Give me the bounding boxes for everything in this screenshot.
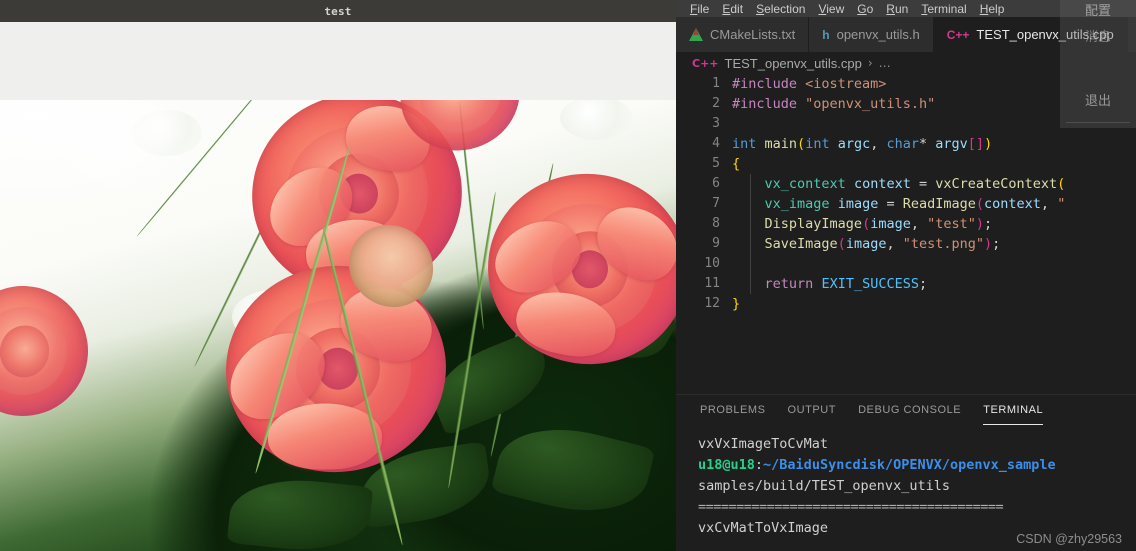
h-file-icon: h	[822, 27, 830, 42]
code-line[interactable]: 7 vx_image image = ReadImage(context, "	[676, 194, 1136, 214]
overlay-menu-divider	[1066, 122, 1130, 123]
code-line[interactable]: 11 return EXIT_SUCCESS;	[676, 274, 1136, 294]
line-number: 6	[712, 176, 720, 191]
leaf	[490, 413, 656, 527]
image-viewer-canvas[interactable]	[0, 22, 676, 551]
image-viewer-window: test	[0, 0, 676, 551]
panel-tab-terminal[interactable]: TERMINAL	[983, 404, 1044, 425]
menu-item-view[interactable]: View	[818, 2, 844, 16]
code-text: DisplayImage(image, "test");	[764, 216, 993, 232]
menu-item-terminal[interactable]: Terminal	[921, 2, 966, 16]
code-text: {	[732, 156, 741, 172]
code-text: int main(int argc, char* argv[])	[732, 136, 993, 152]
code-text: #include <iostream>	[732, 76, 887, 92]
terminal-line: vxVxImageToCvMat	[698, 436, 829, 452]
editor-tab-cmakelists-txt[interactable]: CMakeLists.txt	[676, 17, 810, 52]
cpp-file-icon: C++	[692, 56, 719, 70]
image-viewer-title: test	[324, 4, 352, 18]
menu-item-edit[interactable]: Edit	[722, 2, 743, 16]
line-number: 1	[712, 76, 720, 91]
panel-tab-bar: PROBLEMS OUTPUT DEBUG CONSOLE TERMINAL	[676, 395, 1136, 428]
rose-blossom	[0, 272, 102, 430]
overlay-menu-item-config[interactable]: 配置	[1060, 0, 1136, 19]
overlay-menu-item-message[interactable]: 消息	[1060, 26, 1136, 45]
panel-tab-problems[interactable]: PROBLEMS	[700, 404, 766, 419]
menu-item-go[interactable]: Go	[857, 2, 873, 16]
panel-tab-debug-console[interactable]: DEBUG CONSOLE	[858, 404, 961, 419]
line-number: 12	[704, 296, 720, 311]
code-line[interactable]: 4 int main(int argc, char* argv[])	[676, 134, 1136, 154]
line-number: 2	[712, 96, 720, 111]
screen: test File Edit Selection View Go Run Ter…	[0, 0, 1136, 551]
editor-tab-label: CMakeLists.txt	[710, 27, 796, 42]
line-number: 10	[704, 256, 720, 271]
watermark: CSDN @zhy29563	[1016, 532, 1122, 546]
code-line[interactable]: 9 SaveImage(image, "test.png");	[676, 234, 1136, 254]
terminal-line: u18@u18:~/BaiduSyncdisk/OPENVX/openvx_sa…	[698, 457, 1056, 473]
code-line[interactable]: 12}	[676, 294, 1136, 314]
line-number: 11	[704, 276, 720, 291]
code-text: return EXIT_SUCCESS;	[764, 276, 928, 292]
overlay-menu-item-exit[interactable]: 退出	[1060, 90, 1136, 109]
indent-guide	[750, 254, 751, 274]
line-number: 4	[712, 136, 720, 151]
babysbreath	[132, 110, 202, 156]
editor-tab-openvx-utils-h[interactable]: h openvx_utils.h	[809, 17, 934, 52]
rose-photo	[0, 100, 676, 551]
breadcrumb-ellipsis[interactable]: …	[879, 56, 891, 70]
line-number: 9	[712, 236, 720, 251]
code-text: SaveImage(image, "test.png");	[764, 236, 1001, 252]
cmake-icon	[689, 28, 703, 41]
line-number: 8	[712, 216, 720, 231]
menu-item-help[interactable]: Help	[980, 2, 1005, 16]
code-text: vx_context context = vxCreateContext(	[764, 176, 1066, 192]
babysbreath	[560, 100, 632, 140]
image-viewer-titlebar[interactable]: test	[0, 0, 676, 22]
line-number: 7	[712, 196, 720, 211]
menu-item-file[interactable]: File	[690, 2, 709, 16]
leaf	[226, 472, 374, 551]
terminal-line: samples/build/TEST_openvx_utils	[698, 478, 950, 494]
code-line[interactable]: 10	[676, 254, 1136, 274]
code-text: }	[732, 296, 741, 312]
bottom-panel: PROBLEMS OUTPUT DEBUG CONSOLE TERMINAL vxVx…	[676, 394, 1136, 551]
cpp-file-icon: C++	[946, 27, 970, 42]
breadcrumb-file[interactable]: TEST_openvx_utils.cpp	[725, 56, 862, 71]
breadcrumb-separator-icon: ›	[867, 56, 873, 70]
editor-tab-label: openvx_utils.h	[836, 27, 920, 42]
code-line[interactable]: 6 vx_context context = vxCreateContext(	[676, 174, 1136, 194]
line-number: 3	[712, 116, 720, 131]
menu-item-selection[interactable]: Selection	[756, 2, 805, 16]
menu-item-run[interactable]: Run	[886, 2, 908, 16]
overlay-context-menu[interactable]: 配置 消息 退出	[1060, 0, 1136, 128]
code-text: vx_image image = ReadImage(context, "	[764, 196, 1066, 212]
panel-tab-output[interactable]: OUTPUT	[788, 404, 837, 419]
code-text: #include "openvx_utils.h"	[732, 96, 936, 112]
code-line[interactable]: 8 DisplayImage(image, "test");	[676, 214, 1136, 234]
terminal-line: ========================================	[698, 499, 1004, 515]
code-line[interactable]: 5{	[676, 154, 1136, 174]
line-number: 5	[712, 156, 720, 171]
